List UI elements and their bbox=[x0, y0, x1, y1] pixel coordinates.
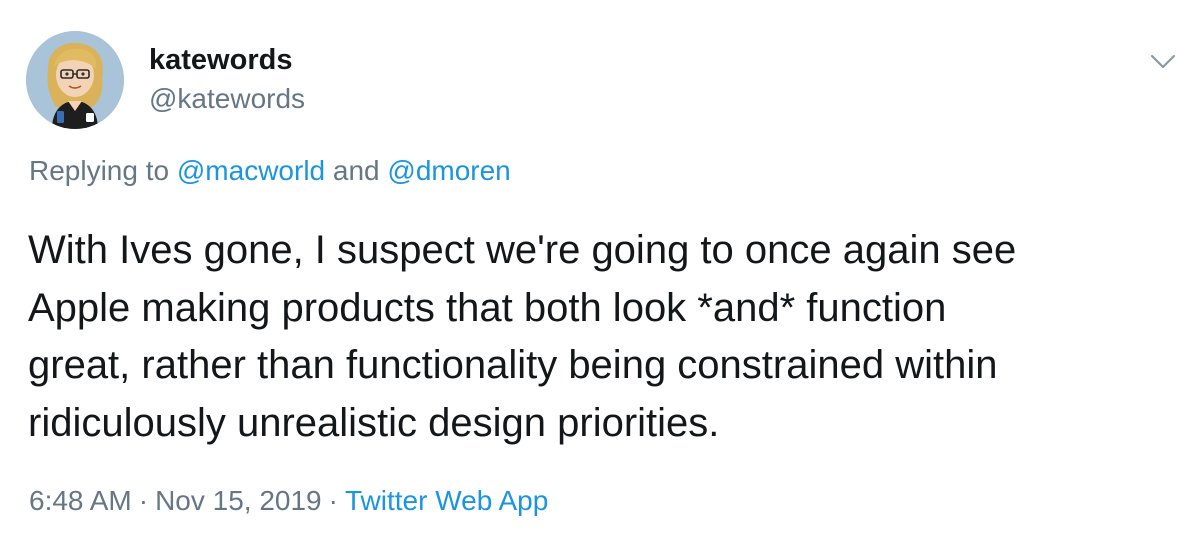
replying-to-joiner: and bbox=[332, 155, 380, 186]
tweet-text-line: ridiculously unrealistic design prioriti… bbox=[28, 400, 720, 445]
mention-link-macworld[interactable]: @macworld bbox=[177, 155, 325, 186]
tweet-metadata: 6:48 AM · Nov 15, 2019 · Twitter Web App bbox=[29, 483, 548, 519]
tweet-text: With Ives gone, I suspect we're going to… bbox=[28, 222, 1178, 452]
meta-separator: · bbox=[138, 485, 149, 516]
chevron-down-icon bbox=[1150, 54, 1176, 69]
cartoon-avatar-icon bbox=[26, 31, 124, 129]
user-handle[interactable]: @katewords bbox=[149, 82, 305, 116]
tweet-text-line: great, rather than functionality being c… bbox=[28, 343, 998, 387]
mention-link-dmoren[interactable]: @dmoren bbox=[387, 155, 510, 186]
tweet-time[interactable]: 6:48 AM bbox=[29, 485, 132, 516]
tweet-date[interactable]: Nov 15, 2019 bbox=[155, 485, 322, 516]
tweet-card: katewords @katewords Replying to @macwor… bbox=[0, 0, 1200, 541]
meta-separator: · bbox=[328, 485, 338, 516]
tweet-text-line: Apple making products that both look *an… bbox=[28, 285, 947, 330]
replying-to-label: Replying to bbox=[29, 155, 170, 186]
replying-to-line: Replying to @macworld and @dmoren bbox=[29, 153, 511, 189]
display-name[interactable]: katewords bbox=[149, 42, 305, 78]
tweet-source-link[interactable]: Twitter Web App bbox=[345, 485, 548, 516]
tweet-menu-button[interactable] bbox=[1148, 46, 1178, 76]
author-block: katewords @katewords bbox=[149, 42, 305, 116]
avatar[interactable] bbox=[26, 31, 124, 129]
tweet-text-line: With Ives gone, I suspect we're going to… bbox=[28, 228, 1017, 272]
